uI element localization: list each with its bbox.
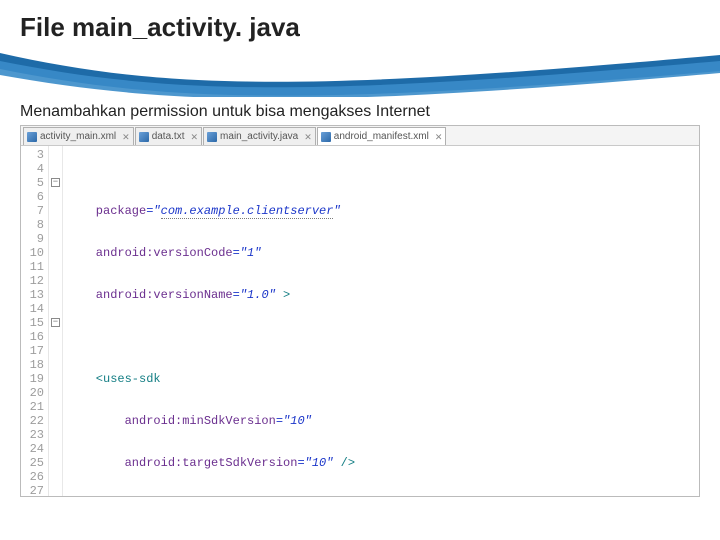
fold-toggle-icon[interactable]: − <box>51 318 60 327</box>
line-number: 3 <box>21 148 44 162</box>
line-number: 7 <box>21 204 44 218</box>
line-number: 19 <box>21 372 44 386</box>
line-number: 22 <box>21 414 44 428</box>
tab-label: main_activity.java <box>220 130 298 144</box>
file-icon <box>321 132 331 142</box>
line-number: 26 <box>21 470 44 484</box>
tab-activity-main-xml[interactable]: activity_main.xml ✕ <box>23 127 134 145</box>
tab-main-activity-java[interactable]: main_activity.java ✕ <box>203 127 316 145</box>
tab-label: android_manifest.xml <box>334 130 429 144</box>
file-icon <box>207 132 217 142</box>
code-editor: activity_main.xml ✕ data.txt ✕ main_acti… <box>20 125 700 497</box>
highlighted-line <box>63 470 699 484</box>
line-number: 16 <box>21 330 44 344</box>
line-number: 24 <box>21 442 44 456</box>
line-number: 15 <box>21 316 44 330</box>
tab-label: data.txt <box>152 130 185 144</box>
line-number: 9 <box>21 232 44 246</box>
line-number: 4 <box>21 162 44 176</box>
close-icon[interactable]: ✕ <box>191 130 199 144</box>
line-number: 14 <box>21 302 44 316</box>
tab-data-txt[interactable]: data.txt ✕ <box>135 127 202 145</box>
page-title: File main_activity. java <box>20 12 700 43</box>
line-number: 20 <box>21 386 44 400</box>
tab-android-manifest-xml[interactable]: android_manifest.xml ✕ <box>317 127 447 145</box>
tab-label: activity_main.xml <box>40 130 116 144</box>
file-icon <box>139 132 149 142</box>
line-number-gutter: 3456789101112131415161718192021222324252… <box>21 146 49 497</box>
subtitle-text: Menambahkan permission untuk bisa mengak… <box>0 103 720 125</box>
close-icon[interactable]: ✕ <box>304 130 312 144</box>
code-content[interactable]: package="com.example.clientserver" andro… <box>63 146 699 497</box>
line-number: 12 <box>21 274 44 288</box>
line-number: 17 <box>21 344 44 358</box>
line-number: 27 <box>21 484 44 497</box>
fold-column: − − <box>49 146 63 497</box>
close-icon[interactable]: ✕ <box>435 130 443 144</box>
line-number: 8 <box>21 218 44 232</box>
line-number: 5 <box>21 176 44 190</box>
close-icon[interactable]: ✕ <box>122 130 130 144</box>
line-number: 11 <box>21 260 44 274</box>
file-icon <box>27 132 37 142</box>
line-number: 13 <box>21 288 44 302</box>
line-number: 23 <box>21 428 44 442</box>
line-number: 21 <box>21 400 44 414</box>
line-number: 18 <box>21 358 44 372</box>
fold-toggle-icon[interactable]: − <box>51 178 60 187</box>
decorative-swoosh <box>0 49 720 97</box>
line-number: 25 <box>21 456 44 470</box>
editor-tabs: activity_main.xml ✕ data.txt ✕ main_acti… <box>21 126 699 146</box>
line-number: 6 <box>21 190 44 204</box>
line-number: 10 <box>21 246 44 260</box>
